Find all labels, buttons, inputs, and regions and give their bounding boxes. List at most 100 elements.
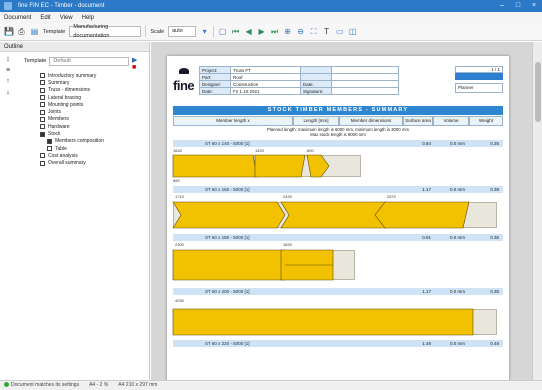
outline-item[interactable]: Members composition: [40, 138, 148, 145]
info-value: Fri 1.10.2021: [229, 87, 302, 95]
outline-item[interactable]: Members: [40, 116, 148, 123]
chevron-down-icon[interactable]: ▾: [200, 27, 209, 36]
group-volume: 0.0 mm: [449, 235, 465, 240]
report-viewport[interactable]: fine Project: Truss FT Part: Roof Designer: C…: [151, 42, 542, 380]
sidebar-tools: ↕ ≡ ↑ ↓: [4, 56, 18, 97]
arrow-down-icon[interactable]: ↓: [4, 89, 12, 97]
sort-icon[interactable]: ↕: [4, 56, 12, 64]
info-label: Part:: [199, 73, 231, 81]
info-row: Designer: Construction Date:: [199, 80, 399, 88]
first-page-icon[interactable]: ⏮: [231, 27, 240, 36]
outline-checkbox[interactable]: [40, 95, 45, 101]
col-weight: Weight: [469, 116, 503, 126]
scrollbar-thumb[interactable]: [535, 62, 541, 122]
template-select-value: Manufacturing documentation: [73, 23, 110, 39]
group-header: ST 60 x 180 - 5000 [1] 0.91 0.0 mm 0.35: [173, 234, 503, 241]
template-select[interactable]: Manufacturing documentation: [69, 24, 142, 39]
stock-group: ST 60 x 160 - 5000 [1] 1.17 0.0 mm 0.38 …: [172, 186, 503, 233]
outline-item[interactable]: Overall summary: [40, 160, 148, 167]
text-icon[interactable]: T: [322, 27, 331, 36]
section-title: STOCK TIMBER MEMBERS - SUMMARY: [173, 106, 503, 115]
outline-checkbox[interactable]: [40, 131, 45, 137]
outline-checkbox[interactable]: [40, 124, 45, 130]
outline-item-label: Cost analysis: [48, 152, 78, 159]
page-icon[interactable]: ▢: [218, 27, 227, 36]
cutting-diagram: 1640 1420 600 560: [172, 147, 503, 185]
zoom-in-icon[interactable]: ⊕: [283, 27, 292, 36]
outline-checkbox[interactable]: [40, 160, 45, 166]
scale-select-value: auto: [172, 28, 183, 34]
toolbar-divider: [145, 26, 147, 37]
group-volume: 0.0 mm: [449, 141, 465, 146]
print-icon[interactable]: ⎙: [17, 27, 26, 36]
page-number: 1 / 1: [455, 66, 503, 73]
outline-item[interactable]: Truss - dimensions: [40, 87, 148, 94]
window-controls: – □ ×: [494, 0, 542, 12]
outline-item[interactable]: Hardware: [40, 123, 148, 130]
group-title: ST 60 x 140 - 5000 [1]: [205, 141, 250, 146]
scale-select[interactable]: auto: [168, 26, 197, 37]
group-header: ST 60 x 160 - 5000 [1] 1.17 0.0 mm 0.38: [173, 186, 503, 193]
outline-checkbox[interactable]: [47, 146, 52, 152]
group-header: ST 60 x 200 - 5000 [1] 1.17 0.0 mm 0.35: [173, 288, 503, 295]
menu-edit[interactable]: Edit: [40, 15, 50, 21]
close-icon[interactable]: ×: [526, 0, 542, 12]
timber-piece: [254, 154, 306, 178]
outline-checkbox[interactable]: [47, 138, 52, 144]
single-page-icon[interactable]: ▭: [335, 27, 344, 36]
report-page: fine Project: Truss FT Part: Roof Designer: C…: [167, 56, 509, 380]
filter-select[interactable]: Default: [49, 56, 129, 66]
maximize-icon[interactable]: □: [510, 0, 526, 12]
two-pages-icon[interactable]: ◫: [348, 27, 357, 36]
arrow-up-icon[interactable]: ↑: [4, 78, 12, 86]
outline-checkbox[interactable]: [40, 109, 45, 115]
sidebar-filter: Template Default: [24, 56, 129, 66]
previous-page-icon[interactable]: ◀: [244, 27, 253, 36]
outline-item[interactable]: Table: [40, 145, 148, 152]
group-surface: 1.17: [422, 187, 431, 192]
menu-view[interactable]: View: [60, 15, 73, 21]
outline-item[interactable]: Lateral bracing: [40, 94, 148, 101]
outline-item-label: Table: [55, 145, 67, 152]
save-icon[interactable]: 💾: [4, 27, 14, 36]
document-icon[interactable]: ▤: [30, 27, 39, 36]
minimize-icon[interactable]: –: [494, 0, 510, 12]
note-line: Max stock length is 6000 mm: [310, 132, 366, 137]
status-text: Document matches its settings: [11, 382, 80, 388]
delete-icon[interactable]: ■: [132, 64, 136, 71]
outline-item[interactable]: Introductory summary: [40, 72, 148, 79]
outline-checkbox[interactable]: [40, 73, 45, 79]
menu-help[interactable]: Help: [82, 15, 94, 21]
window-title: fine FIN EC - Timber - document: [18, 3, 105, 9]
outline-checkbox[interactable]: [40, 102, 45, 108]
list-icon[interactable]: ≡: [4, 67, 12, 75]
outline-item-label: Mounting points: [48, 101, 84, 108]
stock-group: ST 60 x 140 - 5000 [1] 0.84 0.0 mm 0.35 …: [172, 140, 503, 185]
last-page-icon[interactable]: ⏭: [270, 27, 279, 36]
pieces-svg: [172, 249, 334, 281]
next-page-icon[interactable]: ▶: [257, 27, 266, 36]
outline-sidebar: Outline ↕ ≡ ↑ ↓ Template Default ▶ ■ Int…: [0, 42, 150, 380]
info-label: [300, 73, 333, 81]
info-label: Designer:: [199, 80, 231, 88]
timber-piece: [374, 201, 470, 229]
outline-checkbox[interactable]: [40, 87, 45, 93]
expand-icon[interactable]: ▶: [132, 57, 137, 64]
outline-item[interactable]: Cost analysis: [40, 152, 148, 159]
zoom-out-icon[interactable]: ⊖: [296, 27, 305, 36]
menu-document[interactable]: Document: [4, 15, 31, 21]
outline-checkbox[interactable]: [40, 153, 45, 159]
zoom-fit-icon[interactable]: ⛶: [309, 27, 318, 36]
outline-checkbox[interactable]: [40, 80, 45, 86]
outline-item[interactable]: Mounting points: [40, 101, 148, 108]
outline-item[interactable]: Summary: [40, 79, 148, 86]
info-label: Project:: [199, 66, 231, 74]
outline-item[interactable]: Stock: [40, 130, 148, 137]
outline-item-label: Stock: [48, 131, 61, 138]
outline-item[interactable]: Joints: [40, 108, 148, 115]
timber-piece: [306, 154, 330, 178]
vertical-scrollbar[interactable]: [532, 42, 542, 380]
outline-checkbox[interactable]: [40, 116, 45, 122]
outline-tree: Introductory summary Summary Truss - dimen…: [40, 72, 148, 167]
page-info: 1 / 1 Planner: [455, 66, 503, 93]
